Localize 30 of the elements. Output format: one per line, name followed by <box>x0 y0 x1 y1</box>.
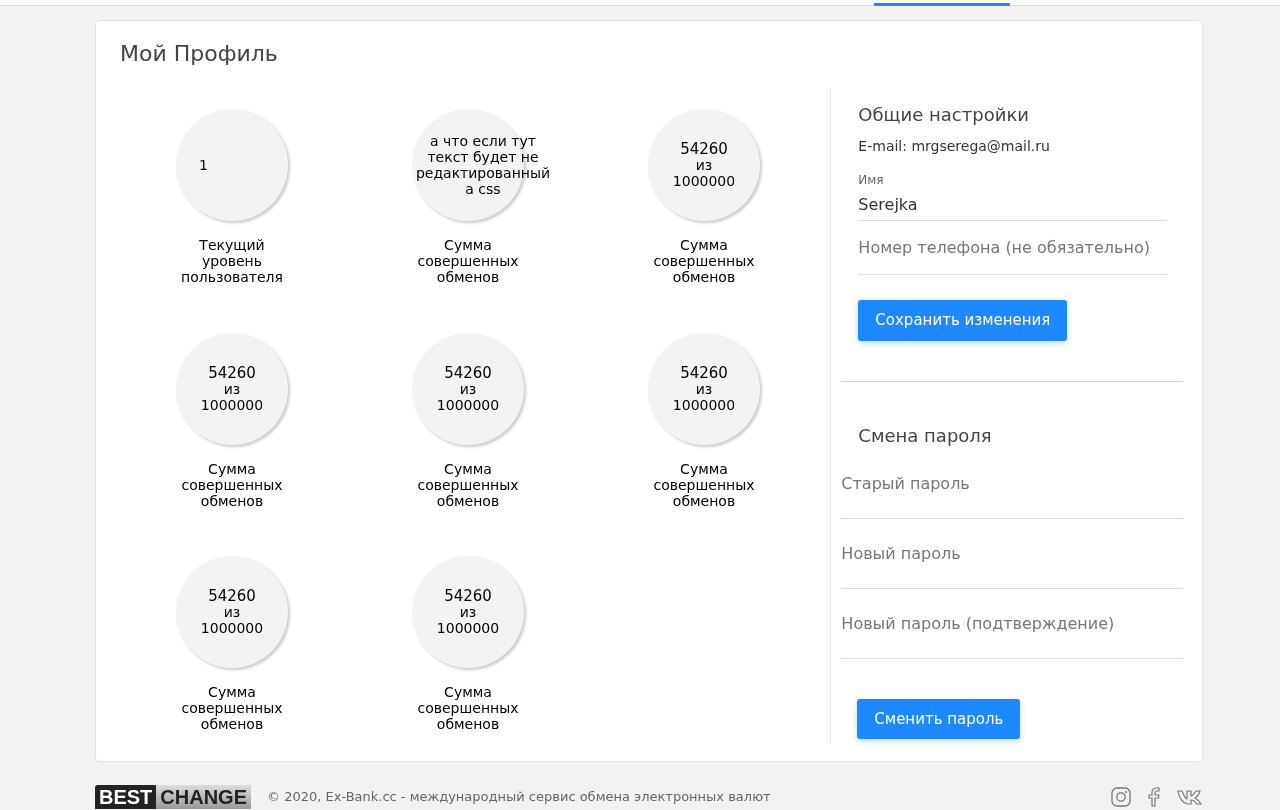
stat-value: 1 <box>199 157 208 173</box>
email-text: E-mail: mrgserega@mail.ru <box>858 137 1051 156</box>
section-heading: Общие настройки <box>858 103 1030 127</box>
stat-value: 54260 из 1000000 <box>672 141 736 189</box>
stat-label: Сумма совершенных обменов <box>652 237 756 285</box>
stat-value: 54260 из 1000000 <box>200 364 264 413</box>
stat-value: 54260 из 1000000 <box>436 588 500 637</box>
facebook-icon[interactable] <box>1147 787 1161 807</box>
stat-label: Сумма совершенных обменов <box>416 237 520 285</box>
stat-label: Текущий уровень пользователя <box>180 237 284 285</box>
stat-label: Сумма совершенных обменов <box>180 684 284 733</box>
stat-value: 54260 из 1000000 <box>672 364 736 413</box>
stat-value: а что если тут текст будет не редактированный а css <box>415 133 551 197</box>
stat-label: Сумма совершенных обменов <box>652 460 756 509</box>
instagram-icon[interactable] <box>1111 787 1131 807</box>
stat-label: Сумма совершенных обменов <box>416 684 520 733</box>
stat-value: 54260 из 1000000 <box>436 364 500 413</box>
password-field[interactable]: Старый пароль <box>841 448 1183 519</box>
stat-label: Сумма совершенных обменов <box>180 460 284 509</box>
phone-field[interactable]: Номер телефона (не обязательно) <box>858 221 1167 275</box>
field-label: Имя <box>858 172 885 189</box>
stat-value: 54260 из 1000000 <box>200 588 264 637</box>
copyright-text: © 2020, Ex-Bank.cc - международный сервис обмена электронных валют <box>267 788 771 807</box>
password-field[interactable]: Новый пароль <box>841 518 1183 589</box>
vk-icon[interactable] <box>1177 789 1203 805</box>
name-field[interactable]: Serejka <box>858 189 1167 221</box>
password-field[interactable]: Новый пароль (подтверждение) <box>841 588 1183 659</box>
stat-label: Сумма совершенных обменов <box>416 460 520 509</box>
page-title: Мой Профиль <box>119 40 279 68</box>
section-heading: Смена пароля <box>857 423 993 448</box>
